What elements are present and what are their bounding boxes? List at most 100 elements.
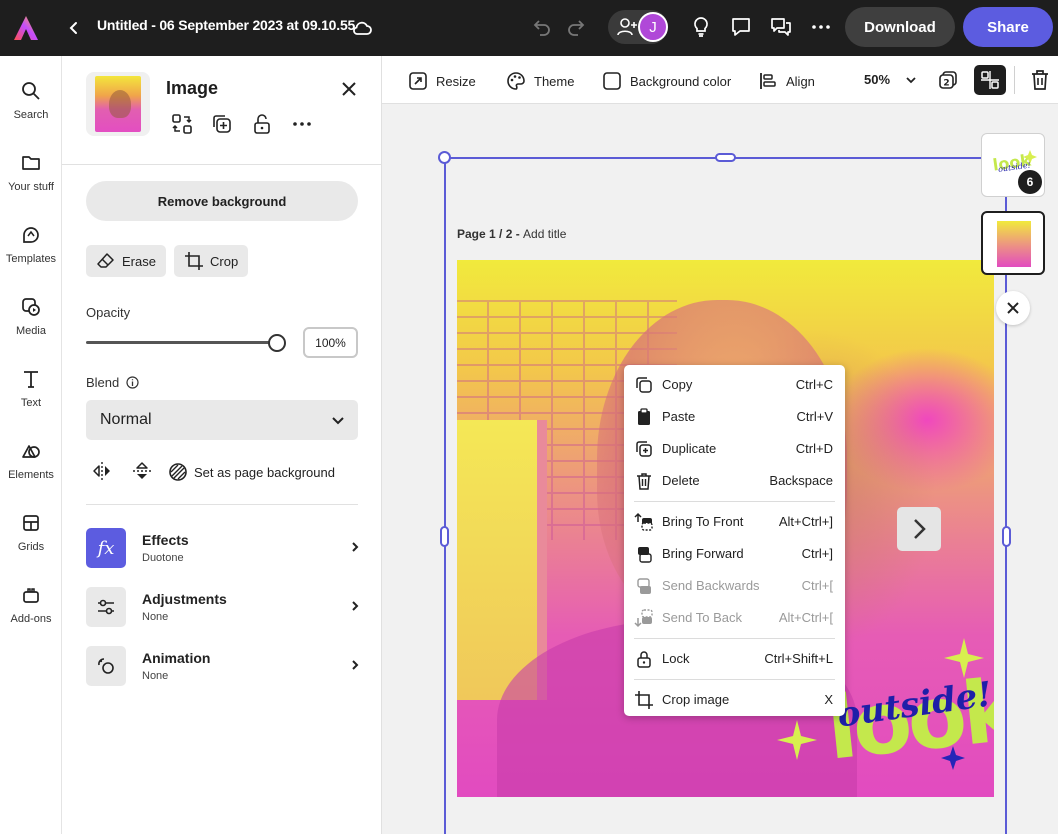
crop-button[interactable]: Crop [174, 245, 249, 277]
rail-item-templates[interactable]: Templates [0, 222, 62, 282]
lightbulb-icon[interactable] [689, 15, 713, 39]
more-options-icon[interactable] [290, 112, 314, 136]
download-button[interactable]: Download [845, 7, 955, 47]
close-pages-button[interactable] [996, 291, 1030, 325]
erase-button[interactable]: Erase [86, 245, 166, 277]
page-element-count-badge: 6 [1018, 170, 1042, 194]
resize-button[interactable]: Resize [408, 70, 476, 92]
adjustments-title: Adjustments [142, 591, 227, 607]
more-options-icon[interactable] [809, 15, 833, 39]
blend-mode-select[interactable]: Normal [86, 400, 358, 440]
resize-handle-top-left[interactable] [438, 151, 451, 164]
align-button[interactable]: Align [758, 70, 815, 92]
menu-item-send-to-back[interactable]: Send To Back Alt+Ctrl+[ [624, 604, 845, 632]
context-toolbar: Resize Theme Background color Align 50% … [382, 56, 1058, 104]
menu-item-bring-to-front[interactable]: Bring To Front Alt+Ctrl+] [624, 508, 845, 536]
background-color-button[interactable]: Background color [602, 70, 731, 92]
layers-button[interactable]: 2 [936, 68, 960, 92]
flip-vertical-icon[interactable] [131, 460, 153, 482]
opacity-slider-thumb[interactable] [268, 334, 286, 352]
background-color-label: Background color [630, 73, 732, 89]
lock-icon [637, 651, 651, 668]
context-menu: Copy Ctrl+C Paste Ctrl+V Duplicate Ctrl+… [624, 365, 845, 716]
media-icon [22, 298, 40, 316]
blend-label: Blend [86, 375, 120, 390]
comment-icon[interactable] [729, 15, 753, 39]
menu-item-duplicate[interactable]: Duplicate Ctrl+D [624, 435, 845, 463]
rail-label: Text [20, 397, 42, 409]
adjustments-row[interactable]: Adjustments None [86, 587, 362, 629]
crop-icon [635, 691, 653, 709]
image-properties-panel: Image Remove background Erase Crop Opaci… [62, 56, 382, 834]
rail-item-elements[interactable]: Elements [0, 438, 62, 498]
zoom-level[interactable]: 50% [864, 72, 890, 87]
back-icon[interactable] [64, 16, 84, 40]
page-thumbnail-2[interactable] [981, 211, 1045, 275]
user-avatar[interactable]: J [638, 12, 668, 42]
document-title[interactable]: Untitled - 06 September 2023 at 09.10.55 [97, 17, 355, 33]
cloud-save-icon[interactable] [350, 16, 374, 40]
opacity-input[interactable]: 100% [303, 327, 358, 358]
rail-item-add-ons[interactable]: Add-ons [0, 582, 62, 642]
theme-button[interactable]: Theme [506, 70, 574, 92]
duplicate-icon[interactable] [210, 112, 234, 136]
folder-icon [22, 156, 40, 170]
align-left-icon [760, 73, 776, 89]
opacity-slider-track[interactable] [86, 341, 276, 344]
remove-background-button[interactable]: Remove background [86, 181, 358, 221]
set-as-page-background-button[interactable]: Set as page background [168, 460, 335, 484]
panel-title: Image [166, 78, 219, 98]
animation-row[interactable]: Animation None [86, 646, 362, 688]
blend-mode-value: Normal [100, 411, 152, 428]
sparkle-icon [944, 638, 984, 678]
arrange-icon [981, 71, 999, 89]
effects-row[interactable]: fx Effects Duotone [86, 528, 362, 570]
chevron-down-icon[interactable] [904, 73, 918, 87]
grid-icon [23, 515, 39, 531]
page-background-icon [169, 463, 187, 481]
unlock-icon[interactable] [250, 112, 274, 136]
menu-item-delete[interactable]: Delete Backspace [624, 467, 845, 495]
menu-item-bring-forward[interactable]: Bring Forward Ctrl+] [624, 540, 845, 568]
resize-handle-right[interactable] [1002, 526, 1011, 547]
arrange-button[interactable] [974, 65, 1006, 95]
rail-item-grids[interactable]: Grids [0, 510, 62, 570]
rail-item-your-stuff[interactable]: Your stuff [0, 150, 62, 210]
invite-collaborators-button[interactable]: J [608, 10, 668, 44]
share-button[interactable]: Share [963, 7, 1053, 47]
close-icon[interactable] [338, 78, 360, 100]
search-icon [22, 82, 40, 100]
app-logo-icon[interactable] [12, 14, 40, 42]
add-page-title[interactable]: Add title [523, 227, 566, 241]
rail-item-media[interactable]: Media [0, 294, 62, 354]
rail-item-text[interactable]: Text [0, 366, 62, 426]
paste-icon [638, 408, 650, 425]
next-page-button[interactable] [897, 507, 941, 551]
bring-forward-icon [638, 547, 652, 563]
info-icon[interactable] [126, 376, 139, 389]
undo-icon[interactable] [530, 15, 554, 39]
menu-item-crop-image[interactable]: Crop image X [624, 686, 845, 714]
replace-image-icon[interactable] [170, 112, 194, 136]
resize-handle-top[interactable] [715, 153, 736, 162]
rail-label: Elements [8, 469, 54, 481]
menu-item-lock[interactable]: Lock Ctrl+Shift+L [624, 645, 845, 673]
page-number: Page 1 / 2 - [457, 227, 524, 241]
resize-handle-left[interactable] [440, 526, 449, 547]
trash-icon[interactable] [1028, 68, 1052, 92]
image-thumbnail [86, 72, 150, 136]
elements-icon [22, 445, 40, 458]
sliders-icon [86, 587, 126, 627]
templates-icon [23, 227, 39, 243]
page-label: Page 1 / 2 - Add title [457, 227, 566, 241]
redo-icon[interactable] [564, 15, 588, 39]
menu-item-copy[interactable]: Copy Ctrl+C [624, 371, 845, 399]
theme-label: Theme [534, 73, 575, 89]
divider [86, 504, 358, 505]
menu-item-paste[interactable]: Paste Ctrl+V [624, 403, 845, 431]
menu-item-send-backwards[interactable]: Send Backwards Ctrl+[ [624, 572, 845, 600]
flip-horizontal-icon[interactable] [91, 460, 113, 482]
comments-panel-icon[interactable] [769, 15, 793, 39]
rail-item-search[interactable]: Search [0, 78, 62, 138]
eraser-icon [97, 253, 114, 268]
